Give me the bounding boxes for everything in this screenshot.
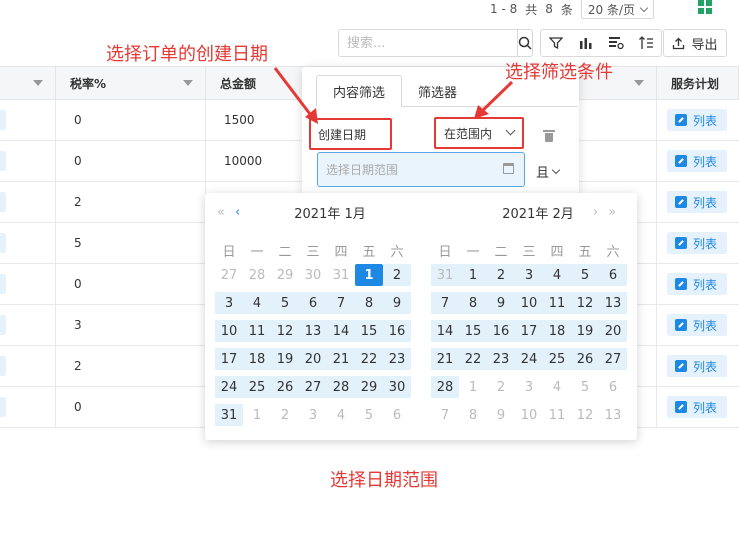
annotation-select-date-field: 选择订单的创建日期 <box>106 44 268 65</box>
annotation-select-condition: 选择筛选条件 <box>505 62 613 83</box>
arrow-to-operator <box>478 80 514 115</box>
tab-content-filter[interactable]: 内容筛选 <box>316 75 403 107</box>
arrow-to-field <box>273 67 315 119</box>
annotation-select-range: 选择日期范围 <box>330 470 438 491</box>
